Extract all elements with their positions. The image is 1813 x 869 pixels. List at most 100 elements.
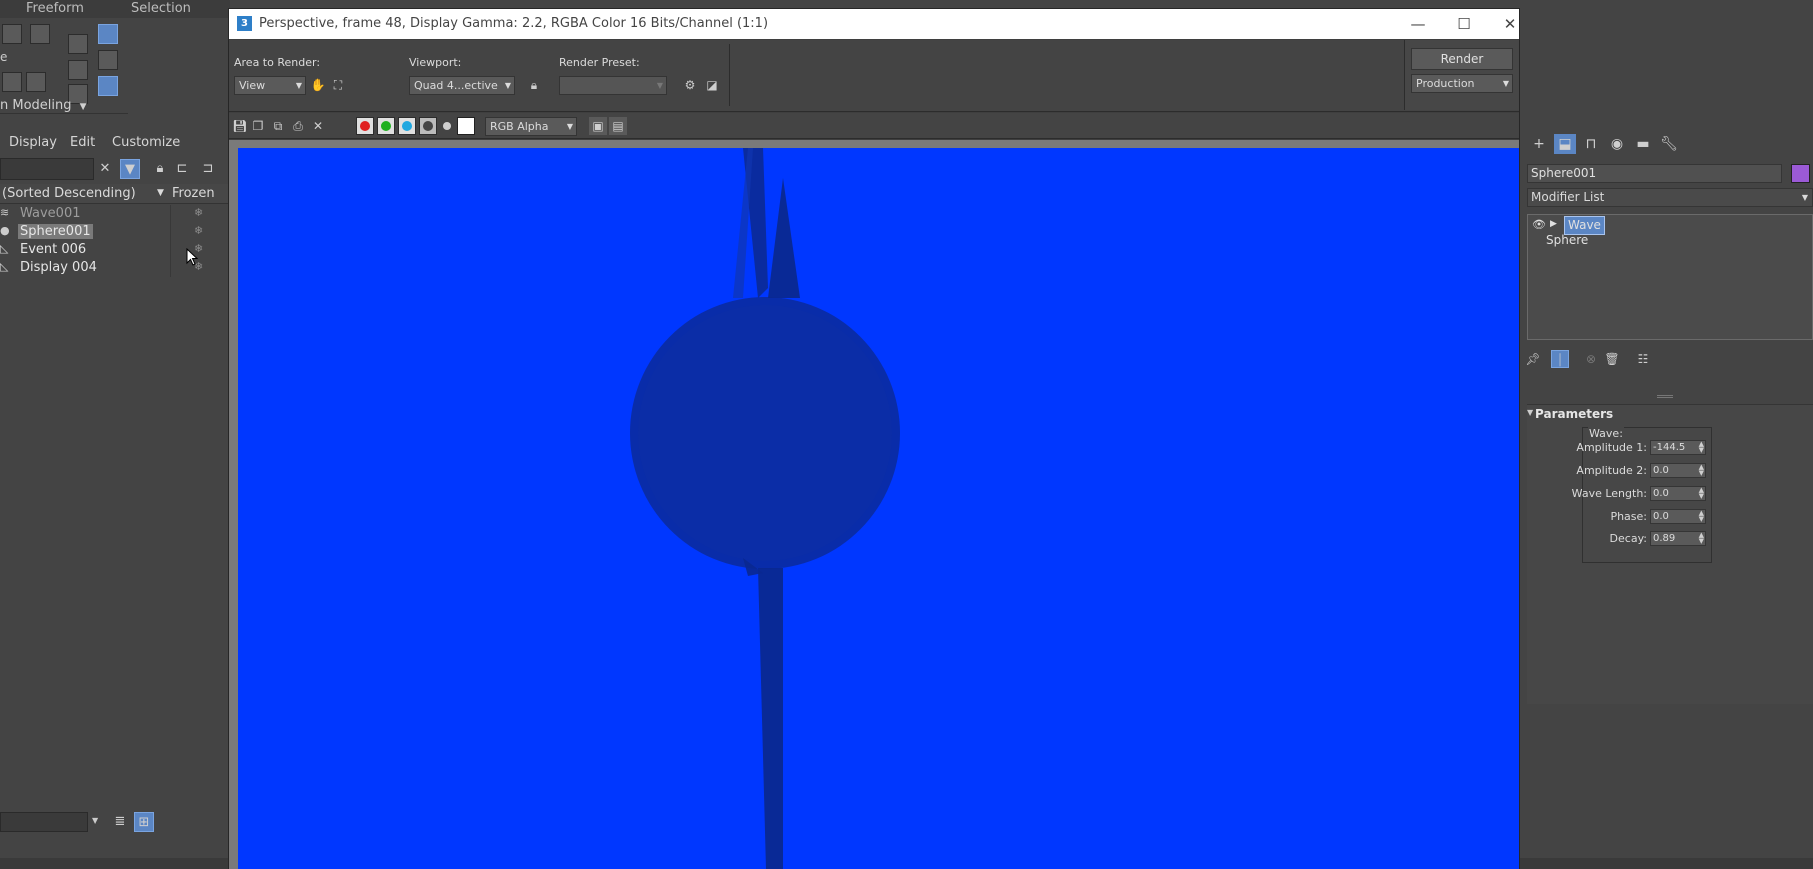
maximize-icon[interactable]: ☐ xyxy=(1449,13,1479,35)
spinner-arrows-icon[interactable]: ▲ ▼ xyxy=(1699,510,1704,523)
window-title: Perspective, frame 48, Display Gamma: 2.… xyxy=(259,16,769,31)
scene-row-sphere001[interactable]: ● Sphere001 ❄ xyxy=(0,223,228,241)
rollout-title[interactable]: Parameters xyxy=(1535,407,1613,421)
stack-item-wave[interactable]: 👁︎ ▶ Wave xyxy=(1528,216,1812,235)
clone-window-icon[interactable]: ⧉ xyxy=(269,117,287,135)
render-setup-icon[interactable]: ⚙ xyxy=(681,76,699,94)
group-title: Wave: xyxy=(1588,427,1624,440)
delete-modifier-icon[interactable]: 🗑︎ xyxy=(1603,350,1621,368)
edit-region-icon[interactable]: ✋ xyxy=(309,76,327,94)
align-tool-icon[interactable] xyxy=(98,50,118,70)
minimize-icon[interactable]: — xyxy=(1403,13,1433,35)
lock-viewport-icon[interactable]: 🔒︎ xyxy=(525,76,543,94)
blue-channel-button[interactable] xyxy=(398,117,416,135)
amplitude1-spinner[interactable]: -144.5 ▲ ▼ xyxy=(1650,440,1706,455)
render-preset-dropdown[interactable]: ▼ xyxy=(559,76,667,95)
monochrome-icon[interactable] xyxy=(443,122,451,130)
production-dropdown[interactable]: Production ▼ xyxy=(1411,74,1513,93)
display-channel-dropdown[interactable]: RGB Alpha ▼ xyxy=(485,117,577,136)
ribbon-tab-freeform[interactable]: Freeform xyxy=(26,1,84,16)
layers-tree-icon[interactable]: ⊐ xyxy=(198,159,218,179)
menu-edit[interactable]: Edit xyxy=(70,135,95,150)
save-image-icon[interactable]: 💾︎ xyxy=(231,117,249,135)
make-unique-icon[interactable]: ⊗ xyxy=(1582,350,1600,368)
rendered-image[interactable] xyxy=(238,148,1519,869)
chevron-down-icon: ▼ xyxy=(295,81,302,90)
layers-icon[interactable]: ≣ xyxy=(110,812,130,832)
modifier-list-dropdown[interactable]: Modifier List ▼ xyxy=(1527,188,1813,207)
amplitude2-spinner[interactable]: 0.0 ▲ ▼ xyxy=(1650,463,1706,478)
alpha-channel-button[interactable] xyxy=(419,117,437,135)
show-end-result-icon[interactable]: ⏐ xyxy=(1551,350,1569,368)
utilities-icon[interactable]: 🔧︎ xyxy=(1658,134,1680,154)
ribbon-tab-selection[interactable]: Selection xyxy=(131,1,191,16)
collapse-arrow-icon[interactable]: ▼ xyxy=(1527,408,1533,417)
parameters-rollout: ▼ Parameters Wave: Amplitude 1: -144.5 ▲… xyxy=(1527,404,1813,704)
spinner-arrows-icon[interactable]: ▲ ▼ xyxy=(1699,441,1704,454)
toggle-ui-icon[interactable]: ▤ xyxy=(609,117,627,135)
scene-explorer-menu: Display Edit Customize xyxy=(0,133,230,153)
ribbon-modeling-label[interactable]: n Modeling ▼ xyxy=(0,98,87,113)
close-icon[interactable]: ✕ xyxy=(1495,13,1525,35)
loop-tool-icon[interactable] xyxy=(2,72,22,92)
ribbon-tool-icon[interactable] xyxy=(68,34,88,54)
sort-column-header[interactable]: (Sorted Descending) xyxy=(2,186,136,201)
decay-spinner[interactable]: 0.89 ▲ ▼ xyxy=(1650,531,1706,546)
modify-icon[interactable]: ⬓ xyxy=(1554,134,1576,154)
configure-sets-icon[interactable]: ☷ xyxy=(1634,350,1652,368)
pin-stack-icon[interactable]: 📌︎ xyxy=(1524,350,1542,368)
hierarchy-view-icon[interactable]: ⊞ xyxy=(134,812,154,832)
object-name-field[interactable]: Sphere001 xyxy=(1527,164,1782,183)
hierarchy-icon[interactable]: ⊏ xyxy=(172,159,192,179)
render-button[interactable]: Render xyxy=(1411,48,1513,70)
panel-splitter-grip[interactable] xyxy=(1657,395,1673,398)
environment-effects-icon[interactable]: ◪ xyxy=(703,76,721,94)
chevron-down-icon: ▼ xyxy=(656,81,663,90)
expand-arrow-icon[interactable]: ▶ xyxy=(1550,216,1557,233)
create-icon[interactable]: + xyxy=(1528,134,1550,154)
window-title-bar[interactable]: 3 Perspective, frame 48, Display Gamma: … xyxy=(229,9,1519,39)
eye-icon[interactable]: 👁︎ xyxy=(1532,216,1546,233)
red-channel-button[interactable] xyxy=(356,117,374,135)
auto-region-icon[interactable]: ⛶ xyxy=(329,76,347,94)
phase-spinner[interactable]: 0.0 ▲ ▼ xyxy=(1650,509,1706,524)
area-to-render-dropdown[interactable]: View ▼ xyxy=(234,76,306,95)
menu-display[interactable]: Display xyxy=(9,135,57,150)
search-input[interactable] xyxy=(0,158,94,180)
spinner-arrows-icon[interactable]: ▲ ▼ xyxy=(1699,487,1704,500)
filter-icon[interactable]: ▼ xyxy=(120,159,140,179)
wave-length-spinner[interactable]: 0.0 ▲ ▼ xyxy=(1650,486,1706,501)
object-color-swatch[interactable] xyxy=(1791,164,1810,183)
copy-image-icon[interactable]: ❐ xyxy=(249,117,267,135)
cube-tool-icon[interactable] xyxy=(30,24,50,44)
menu-customize[interactable]: Customize xyxy=(112,135,180,150)
spinner-arrows-icon[interactable]: ▲ ▼ xyxy=(1699,464,1704,477)
color-swatch[interactable] xyxy=(457,117,475,135)
stack-item-sphere[interactable]: Sphere xyxy=(1528,232,1812,249)
snowflake-icon[interactable]: ❄ xyxy=(194,206,203,219)
frozen-column-header[interactable]: Frozen xyxy=(172,186,215,201)
spinner-arrows-icon[interactable]: ▲ ▼ xyxy=(1699,532,1704,545)
display-icon[interactable]: ▬ xyxy=(1632,134,1654,154)
sort-arrow-icon[interactable]: ▼ xyxy=(157,188,164,198)
motion-icon[interactable]: ◉ xyxy=(1606,134,1628,154)
layer-dropdown[interactable] xyxy=(0,812,88,832)
scene-row-wave001[interactable]: ≋ Wave001 ❄ xyxy=(0,205,228,223)
lock-icon[interactable]: 🔒︎ xyxy=(150,159,170,179)
hierarchy-icon[interactable]: ⊓ xyxy=(1580,134,1602,154)
print-icon[interactable]: ⎙ xyxy=(289,117,307,135)
scene-list-header: (Sorted Descending) ▼ Frozen xyxy=(0,184,228,204)
modify-tool-icon[interactable] xyxy=(98,24,118,44)
clear-image-icon[interactable]: ✕ xyxy=(309,117,327,135)
snowflake-icon[interactable]: ❄ xyxy=(194,224,203,237)
box-tool-icon[interactable] xyxy=(2,24,22,44)
toggle-ui-overlay-icon[interactable]: ▣ xyxy=(589,117,607,135)
shift-tool-icon[interactable] xyxy=(68,60,88,80)
green-channel-button[interactable] xyxy=(377,117,395,135)
param-wave-length: Wave Length: 0.0 ▲ ▼ xyxy=(1572,486,1711,502)
constraint-tool-icon[interactable] xyxy=(98,76,118,96)
clear-search-icon[interactable]: ✕ xyxy=(95,159,115,179)
sphere-inner-shape xyxy=(638,305,892,561)
ring-tool-icon[interactable] xyxy=(26,72,46,92)
viewport-dropdown[interactable]: Quad 4...ective ▼ xyxy=(409,76,515,95)
